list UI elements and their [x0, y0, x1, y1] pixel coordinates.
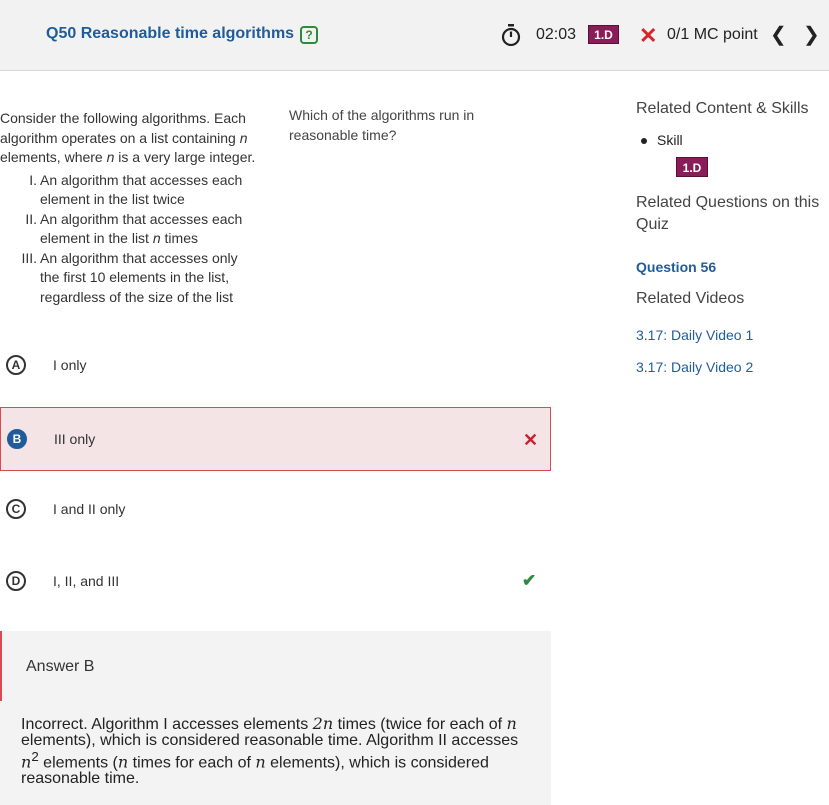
- list-item: II. An algorithm that accesses each eleme…: [25, 210, 243, 247]
- question-title[interactable]: Q50 Reasonable time algorithms: [46, 25, 294, 43]
- score-display: 0/1 MC point: [667, 26, 758, 43]
- question-prompt: Which of the algorithms run in reasonabl…: [289, 107, 475, 143]
- explanation-text: Incorrect. Algorithm I accesses elements…: [21, 714, 519, 788]
- question-stimulus: Consider the following algorithms. Each …: [0, 109, 260, 307]
- incorrect-x-icon: ✕: [523, 430, 539, 450]
- answer-option-c[interactable]: C I and II only: [0, 478, 551, 542]
- option-text: I only: [53, 357, 87, 373]
- option-text: I, II, and III: [53, 573, 120, 589]
- stopwatch-icon: [501, 24, 521, 46]
- incorrect-indicator-bar: [0, 631, 2, 701]
- help-icon[interactable]: ?: [300, 26, 318, 44]
- related-question-link[interactable]: Question 56: [636, 259, 716, 275]
- option-letter: B: [7, 429, 27, 449]
- option-letter: C: [6, 499, 26, 519]
- chevron-right-icon[interactable]: ❯: [803, 22, 820, 47]
- related-content-heading: Related Content & Skills: [636, 100, 809, 117]
- skill-badge: 1.D: [676, 157, 708, 177]
- stimulus-intro: Consider the following algorithms. Each …: [0, 110, 256, 165]
- list-item: I. An algorithm that accesses each elemen…: [29, 171, 243, 208]
- skill-label: Skill: [641, 132, 683, 148]
- answer-option-d[interactable]: D I, II, and III ✔: [0, 550, 551, 614]
- related-videos-heading: Related Videos: [636, 290, 745, 307]
- incorrect-x-icon: ✕: [639, 23, 658, 48]
- answer-option-b[interactable]: B III only ✕: [0, 407, 551, 471]
- algorithm-list: I. An algorithm that accesses each elemen…: [0, 171, 260, 308]
- question-header: Q50 Reasonable time algorithms ? 02:03 1…: [0, 0, 829, 71]
- video-link[interactable]: 3.17: Daily Video 1: [636, 327, 753, 343]
- option-letter: A: [6, 355, 26, 375]
- timer-display: 02:03: [536, 26, 577, 43]
- option-text: III only: [54, 431, 96, 447]
- related-questions-heading: Related Questions on this Quiz: [636, 194, 820, 233]
- answer-label: Answer B: [26, 658, 95, 675]
- chevron-left-icon[interactable]: ❮: [770, 22, 787, 47]
- skill-badge: 1.D: [588, 25, 619, 44]
- answer-option-a[interactable]: A I only: [0, 334, 551, 398]
- option-letter: D: [6, 571, 26, 591]
- correct-check-icon: ✔: [522, 571, 537, 590]
- list-item: III. An algorithm that accesses only the …: [21, 249, 238, 305]
- answer-explanation-panel: Answer B Incorrect. Algorithm I accesses…: [0, 631, 551, 805]
- option-text: I and II only: [53, 501, 126, 517]
- video-link[interactable]: 3.17: Daily Video 2: [636, 359, 753, 375]
